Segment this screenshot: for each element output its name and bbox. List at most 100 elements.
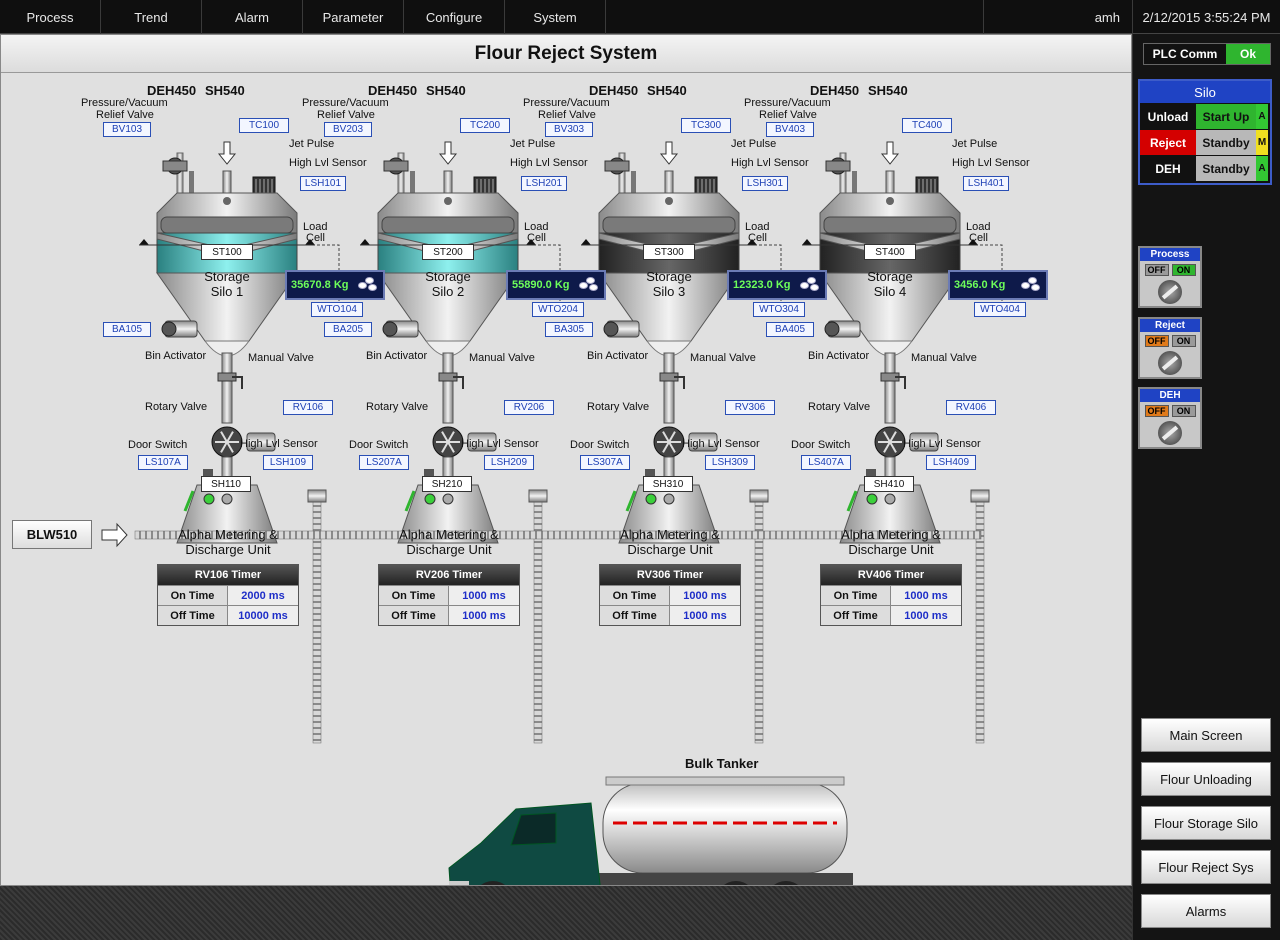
relief-valve-label: Pressure/Vacuum [302,97,389,109]
selector-switch-deh[interactable]: DEH OFF ON [1138,387,1202,449]
silo-mode-name[interactable]: Reject [1140,130,1196,155]
on-time-value[interactable]: 1000 ms [891,586,961,605]
silo-weight-display[interactable]: 12323.0 Kg [727,270,827,300]
tag-ls[interactable]: LS307A [580,455,630,470]
tag-bv[interactable]: BV103 [103,122,151,137]
tab-alarm[interactable]: Alarm [202,0,303,34]
off-time-value[interactable]: 1000 ms [891,606,961,625]
tab-process[interactable]: Process [0,0,101,34]
tag-bv[interactable]: BV403 [766,122,814,137]
switch-knob-icon[interactable] [1158,280,1182,304]
timer-row: Off Time 1000 ms [821,605,961,625]
tag-ls[interactable]: LS407A [801,455,851,470]
sh-label: SH540 [647,83,687,98]
status-light-icon [663,493,675,505]
tab-system[interactable]: System [505,0,606,34]
tag-rv[interactable]: RV206 [504,400,554,415]
selector-switch-process[interactable]: Process OFF ON [1138,246,1202,308]
switch-on[interactable]: ON [1171,405,1196,417]
on-time-value[interactable]: 1000 ms [670,586,740,605]
tag-wto[interactable]: WTO404 [974,302,1026,317]
tag-ba[interactable]: BA305 [545,322,593,337]
tag-ba[interactable]: BA205 [324,322,372,337]
high-level-sensor-label: High Lvl Sensor [510,157,588,169]
relief-valve-label: Pressure/Vacuum [81,97,168,109]
tag-ls[interactable]: LS207A [359,455,409,470]
timer-title: RV106 Timer [158,565,298,585]
tag-lsh[interactable]: LSH309 [705,455,755,470]
off-time-label: Off Time [379,606,449,625]
switch-title: DEH [1140,389,1200,402]
nav-button-0[interactable]: Main Screen [1141,718,1271,752]
tag-wto[interactable]: WTO104 [311,302,363,317]
switch-knob-icon[interactable] [1158,421,1182,445]
nav-button-4[interactable]: Alarms [1141,894,1271,928]
on-time-value[interactable]: 2000 ms [228,586,298,605]
tag-tc[interactable]: TC200 [460,118,510,133]
silo-weight-display[interactable]: 35670.8 Kg [285,270,385,300]
silo-name: Storage [425,269,471,284]
on-time-value[interactable]: 1000 ms [449,586,519,605]
tag-ba[interactable]: BA105 [103,322,151,337]
nav-button-2[interactable]: Flour Storage Silo [1141,806,1271,840]
tag-wto[interactable]: WTO204 [532,302,584,317]
silo-weight-display[interactable]: 3456.0 Kg [948,270,1048,300]
silo-mode-indicator: A [1256,156,1268,181]
silo-name: Storage [646,269,692,284]
silo-weight-display[interactable]: 55890.0 Kg [506,270,606,300]
switch-on[interactable]: ON [1171,264,1196,276]
tag-lsh[interactable]: LSH109 [263,455,313,470]
timer-row: Off Time 10000 ms [158,605,298,625]
door-switch-label: Door Switch [570,439,630,451]
nav-button-3[interactable]: Flour Reject Sys [1141,850,1271,884]
high-level-sensor-label: High Lvl Sensor [461,438,539,450]
silo-name: Silo 3 [652,284,686,299]
tag-lsh[interactable]: LSH401 [963,176,1009,191]
tag-lsh[interactable]: LSH201 [521,176,567,191]
tab-parameter[interactable]: Parameter [303,0,404,34]
silo-mode-name[interactable]: DEH [1140,156,1196,181]
tag-lsh[interactable]: LSH101 [300,176,346,191]
silo-status-row: DEH Standby A [1140,156,1270,181]
tag-tc[interactable]: TC400 [902,118,952,133]
switch-knob-icon[interactable] [1158,351,1182,375]
tag-rv[interactable]: RV306 [725,400,775,415]
load-cell-label: Cell [969,232,988,244]
nav-button-1[interactable]: Flour Unloading [1141,762,1271,796]
silo-weight-value: 3456.0 Kg [954,279,1006,291]
relief-valve-label: Relief Valve [96,109,154,121]
switch-off[interactable]: OFF [1144,264,1169,276]
selector-switch-reject[interactable]: Reject OFF ON [1138,317,1202,379]
jet-pulse-label: Jet Pulse [510,138,556,150]
relief-valve-label: Pressure/Vacuum [744,97,831,109]
tab-configure[interactable]: Configure [404,0,505,34]
tag-lsh[interactable]: LSH209 [484,455,534,470]
silo-name: Silo 2 [431,284,465,299]
switch-off[interactable]: OFF [1144,405,1169,417]
switch-off[interactable]: OFF [1144,335,1169,347]
silo-mode-name[interactable]: Unload [1140,104,1196,129]
switch-title: Process [1140,248,1200,261]
tag-bv[interactable]: BV203 [324,122,372,137]
tag-tc[interactable]: TC300 [681,118,731,133]
tag-bv[interactable]: BV303 [545,122,593,137]
high-level-sensor-label: High Lvl Sensor [240,438,318,450]
tag-ba[interactable]: BA405 [766,322,814,337]
tag-wto[interactable]: WTO304 [753,302,805,317]
blower-arrow-icon [101,522,128,548]
off-time-value[interactable]: 1000 ms [670,606,740,625]
switch-on[interactable]: ON [1171,335,1196,347]
off-time-value[interactable]: 1000 ms [449,606,519,625]
tag-tc[interactable]: TC100 [239,118,289,133]
tag-ls[interactable]: LS107A [138,455,188,470]
high-level-sensor-label: High Lvl Sensor [682,438,760,450]
tag-lsh[interactable]: LSH409 [926,455,976,470]
off-time-value[interactable]: 10000 ms [228,606,298,625]
tag-rv[interactable]: RV106 [283,400,333,415]
tag-st: ST300 [643,244,695,260]
tab-trend[interactable]: Trend [101,0,202,34]
current-user: amh [983,0,1133,34]
tag-lsh[interactable]: LSH301 [742,176,788,191]
blower-blw510[interactable]: BLW510 [12,520,92,549]
tag-rv[interactable]: RV406 [946,400,996,415]
